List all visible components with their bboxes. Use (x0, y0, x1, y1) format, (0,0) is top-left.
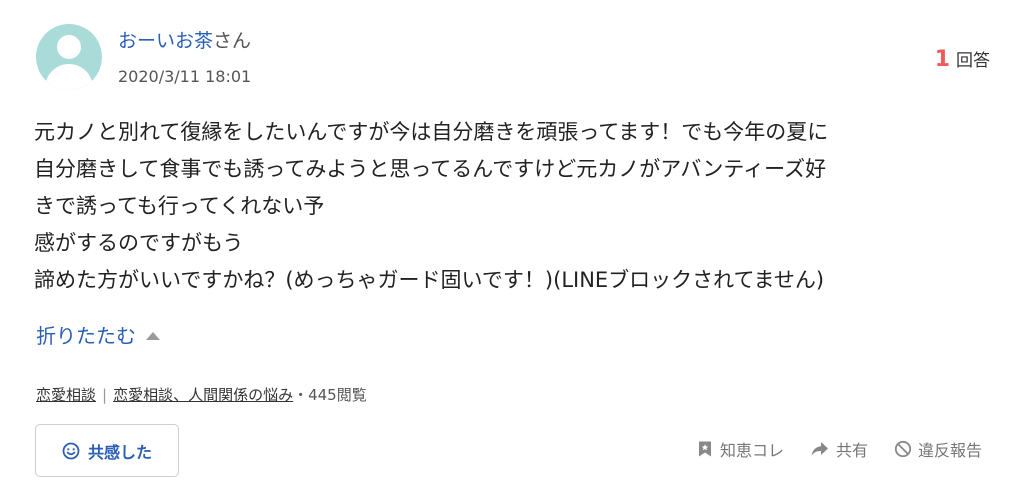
avatar-body-shape (45, 64, 93, 90)
empathy-button[interactable]: 共感した (35, 424, 179, 477)
empathy-label: 共感した (87, 442, 152, 462)
answer-count-number: 1 (934, 47, 950, 72)
smile-icon (62, 442, 80, 459)
action-bar: 知恵コレ 共有 違反報告 (696, 437, 982, 461)
report-button[interactable]: 違反報告 (894, 437, 982, 461)
bookmark-icon (698, 441, 711, 457)
category-link-relationships[interactable]: 恋愛相談、人間関係の悩み (113, 386, 293, 404)
share-arrow-icon (811, 442, 828, 456)
bookmark-label: 知恵コレ (719, 441, 784, 460)
question-body: 元カノと別れて復縁をしたいんですが今は自分磨きを頑張ってます！でも今年の夏に 自… (34, 114, 994, 299)
question-body-line: 自分磨きして食事でも誘ってみようと思ってるんですけど元カノがアバンティーズ好 (34, 157, 827, 181)
share-label: 共有 (835, 441, 868, 460)
avatar[interactable] (36, 24, 102, 90)
view-count: ・445閲覧 (293, 386, 367, 404)
collapse-button[interactable]: 折りたたむ (36, 321, 160, 351)
category-separator: | (102, 386, 108, 404)
category-breadcrumb: 恋愛相談 | 恋愛相談、人間関係の悩み・445閲覧 (36, 384, 367, 406)
category-link-love[interactable]: 恋愛相談 (36, 386, 96, 404)
chevron-up-icon (146, 332, 160, 340)
question-body-line: 元カノと別れて復縁をしたいんですが今は自分磨きを頑張ってます！でも今年の夏に (34, 120, 829, 144)
username-link[interactable]: おーいお茶 (118, 30, 213, 52)
post-timestamp: 2020/3/11 18:01 (118, 67, 252, 86)
question-body-line: きで誘っても行ってくれない予 (34, 194, 325, 218)
answer-count[interactable]: 1 回答 (935, 46, 990, 72)
username: おーいお茶さん (118, 28, 251, 54)
question-card: おーいお茶さん 2020/3/11 18:01 1 回答 元カノと別れて復縁をし… (0, 0, 1024, 503)
bookmark-button[interactable]: 知恵コレ (696, 437, 784, 461)
report-label: 違反報告 (917, 441, 982, 460)
prohibited-icon (894, 440, 912, 458)
question-body-line: 感がするのですがもう (34, 231, 244, 255)
avatar-head-shape (57, 35, 81, 59)
share-button[interactable]: 共有 (810, 437, 868, 461)
answer-count-label: 回答 (956, 51, 990, 71)
username-honorific: さん (213, 30, 252, 52)
question-body-line: 諦めた方がいいですかね？(めっちゃガード固いです！)(LINEブロックされてませ… (34, 268, 825, 292)
collapse-label: 折りたたむ (36, 324, 136, 348)
